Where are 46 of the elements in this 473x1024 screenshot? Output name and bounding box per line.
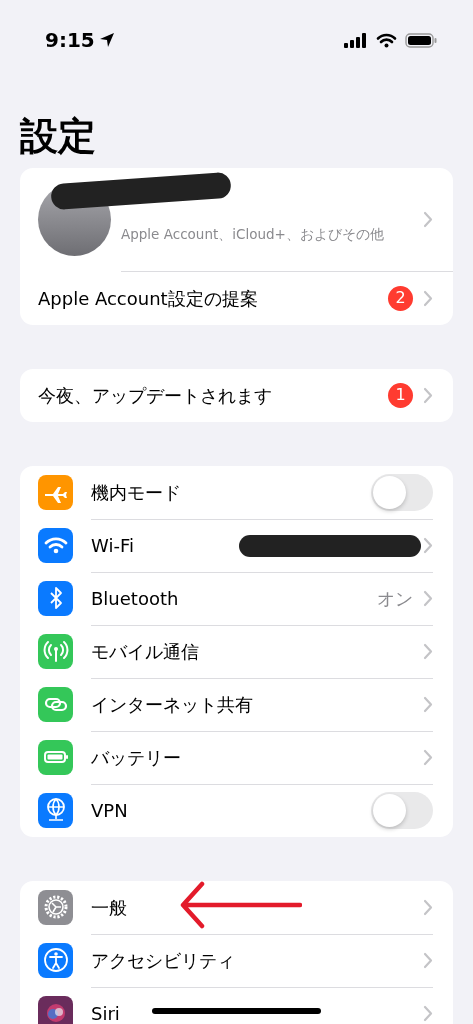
chevron-icon: [423, 696, 433, 714]
row-label: 今夜、アップデートされます: [38, 383, 272, 408]
chevron-icon: [423, 590, 433, 608]
chevron-icon: [423, 386, 433, 404]
signal-icon: [344, 32, 368, 48]
page-title: 設定: [20, 114, 97, 160]
chevron-icon: [423, 289, 433, 307]
row-label: 機内モード: [91, 480, 181, 505]
settings-row[interactable]: 一般: [20, 880, 453, 934]
row-label: VPN: [91, 799, 128, 824]
count-badge: 2: [388, 285, 413, 311]
chevron-icon: [423, 898, 433, 916]
account-row[interactable]: Apple Account、iCloud+、およびその他: [20, 167, 453, 271]
row-label: バッテリー: [91, 746, 181, 771]
settings-row[interactable]: Apple Account設定の提案 2: [20, 271, 453, 325]
account-subtitle: Apple Account、iCloud+、およびその他: [121, 224, 385, 244]
count-badge: 1: [388, 382, 413, 408]
toggle-switch[interactable]: [371, 473, 433, 511]
row-value: オン: [377, 587, 413, 612]
row-label: 一般: [91, 895, 127, 920]
battery-icon: [405, 32, 437, 48]
row-label: モバイル通信: [91, 640, 199, 665]
settings-row[interactable]: 機内モード: [20, 465, 453, 519]
settings-row[interactable]: Wi-Fi: [20, 518, 453, 572]
toggle-switch[interactable]: [371, 792, 433, 830]
chevron-icon: [423, 210, 433, 228]
chevron-icon: [423, 643, 433, 661]
settings-row[interactable]: インターネット共有: [20, 677, 453, 731]
chevron-icon: [423, 1005, 433, 1023]
settings-row[interactable]: VPN: [20, 783, 453, 837]
chevron-icon: [423, 537, 433, 555]
settings-row[interactable]: Bluetooth オン: [20, 571, 453, 625]
row-label: インターネット共有: [91, 693, 253, 718]
status-time: 9:15: [45, 27, 95, 54]
settings-row[interactable]: バッテリー: [20, 730, 453, 784]
row-label: Bluetooth: [91, 587, 179, 612]
settings-row[interactable]: アクセシビリティ: [20, 933, 453, 987]
row-label: Wi-Fi: [91, 534, 134, 559]
row-label: Siri: [91, 1002, 120, 1024]
chevron-icon: [423, 749, 433, 767]
row-label: アクセシビリティ: [91, 949, 235, 974]
settings-row[interactable]: モバイル通信: [20, 624, 453, 678]
row-label: Apple Account設定の提案: [38, 286, 258, 311]
wifi-icon: [376, 32, 397, 48]
settings-row[interactable]: 今夜、アップデートされます 1: [20, 368, 453, 422]
chevron-icon: [423, 952, 433, 970]
